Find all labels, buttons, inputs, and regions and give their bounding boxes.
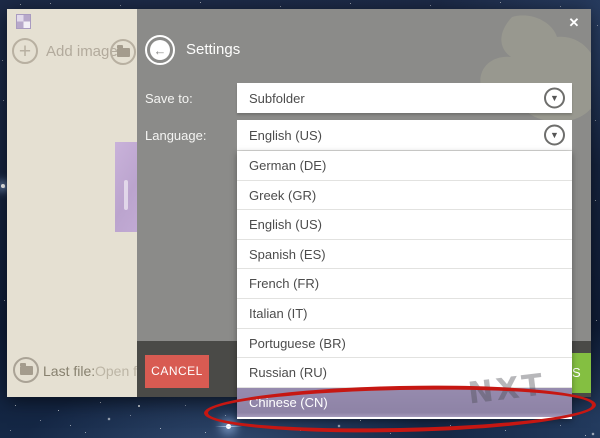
language-option[interactable]: Italian (IT): [237, 299, 572, 329]
add-image-button[interactable]: +: [12, 38, 38, 64]
image-list-panel: + Add image Last file: Open fo: [7, 9, 137, 397]
folder-icon: [19, 362, 33, 375]
last-file-link[interactable]: Open fo: [95, 363, 137, 379]
plus-icon: +: [18, 39, 32, 63]
add-image-label[interactable]: Add image: [46, 43, 118, 60]
chevron-down-icon[interactable]: ▼: [544, 87, 565, 109]
chevron-down-icon[interactable]: ▼: [544, 124, 565, 146]
language-label: Language:: [145, 128, 207, 143]
back-button[interactable]: ←: [145, 35, 175, 65]
language-option[interactable]: Portuguese (BR): [237, 329, 572, 359]
save-to-dropdown[interactable]: Subfolder ▼: [237, 83, 572, 113]
language-option[interactable]: Spanish (ES): [237, 240, 572, 270]
language-dropdown[interactable]: English (US) ▼: [237, 120, 572, 151]
last-file-folder-button[interactable]: [13, 357, 39, 383]
cancel-button[interactable]: CANCEL: [145, 355, 209, 388]
language-option[interactable]: Greek (GR): [237, 181, 572, 211]
bright-star: [215, 424, 242, 429]
language-option[interactable]: French (FR): [237, 269, 572, 299]
last-file-label: Last file:: [43, 363, 96, 379]
app-image-icon: [16, 14, 31, 29]
close-icon[interactable]: ✕: [563, 13, 585, 33]
image-thumbnail[interactable]: [115, 142, 137, 232]
save-button[interactable]: S: [571, 353, 591, 393]
page-title: Settings: [186, 41, 241, 58]
desktop-background: + Add image Last file: Open fo ✕ ← Setti…: [0, 0, 600, 438]
save-to-label: Save to:: [145, 91, 193, 106]
language-value: English (US): [249, 127, 322, 143]
starfield-large: [0, 0, 2, 2]
bright-star: [1, 184, 5, 188]
language-option[interactable]: English (US): [237, 210, 572, 240]
save-to-value: Subfolder: [249, 90, 305, 106]
folder-icon: [116, 44, 130, 57]
language-option[interactable]: German (DE): [237, 151, 572, 181]
back-arrow-icon: ←: [150, 40, 170, 60]
browse-folder-button[interactable]: [110, 39, 136, 65]
